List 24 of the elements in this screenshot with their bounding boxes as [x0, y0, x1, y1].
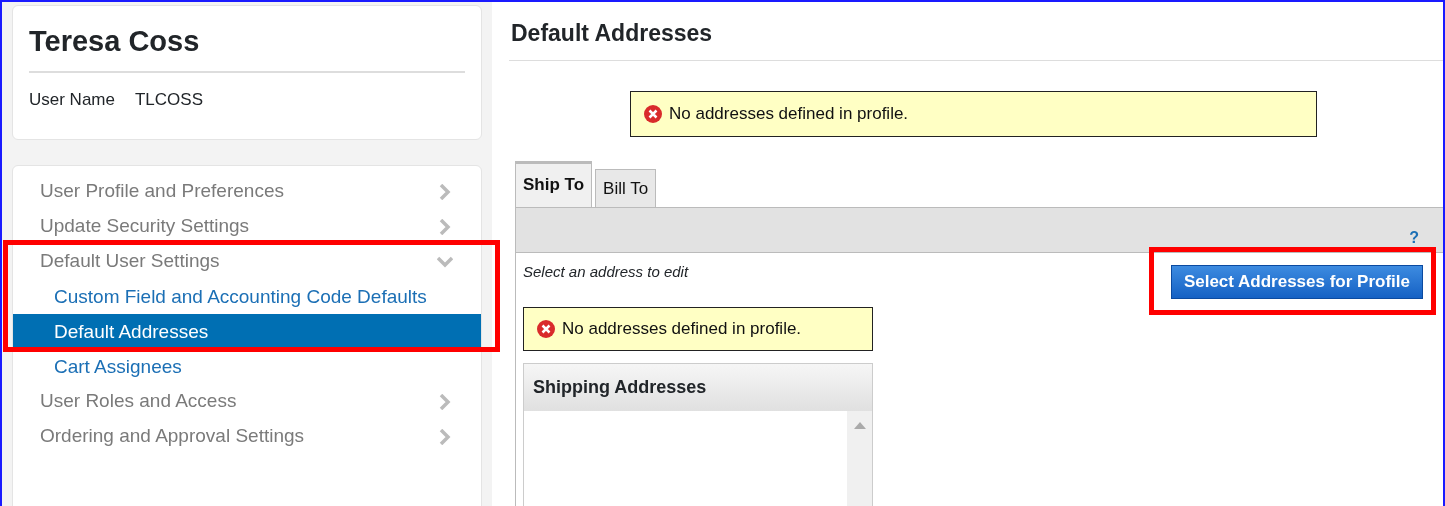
scrollbar[interactable]: [847, 410, 872, 506]
submenu-item[interactable]: Default Addresses: [13, 314, 481, 349]
hint-text: Select an address to edit: [523, 262, 689, 283]
list-title: Shipping Addresses: [524, 363, 872, 411]
error-icon: [643, 103, 663, 124]
help-link[interactable]: ?: [1409, 226, 1419, 251]
select-addresses-button[interactable]: Select Addresses for Profile: [1170, 265, 1423, 299]
menu-item[interactable]: User Profile and Preferences: [13, 174, 481, 209]
user-full-name: Teresa Coss: [29, 24, 465, 73]
menu-item[interactable]: Default User Settings: [13, 244, 481, 279]
menu-item[interactable]: User Roles and Access: [13, 384, 481, 419]
tab[interactable]: Ship To: [515, 160, 593, 208]
user-name-value: TLCOSS: [134, 88, 203, 111]
tab[interactable]: Bill To: [595, 168, 657, 208]
error-icon: [536, 318, 556, 339]
error-message: No addresses defined in profile.: [562, 317, 802, 340]
user-name-label: User Name: [29, 88, 115, 111]
menu-item[interactable]: Update Security Settings: [13, 209, 481, 244]
error-message: No addresses defined in profile.: [669, 102, 909, 125]
menu-item[interactable]: Ordering and Approval Settings: [13, 419, 481, 454]
page-title: Default Addresses: [509, 2, 1443, 61]
submenu-item[interactable]: Custom Field and Accounting Code Defaults: [13, 279, 481, 314]
scroll-up-icon[interactable]: [853, 420, 866, 429]
submenu-item[interactable]: Cart Assignees: [13, 349, 481, 384]
